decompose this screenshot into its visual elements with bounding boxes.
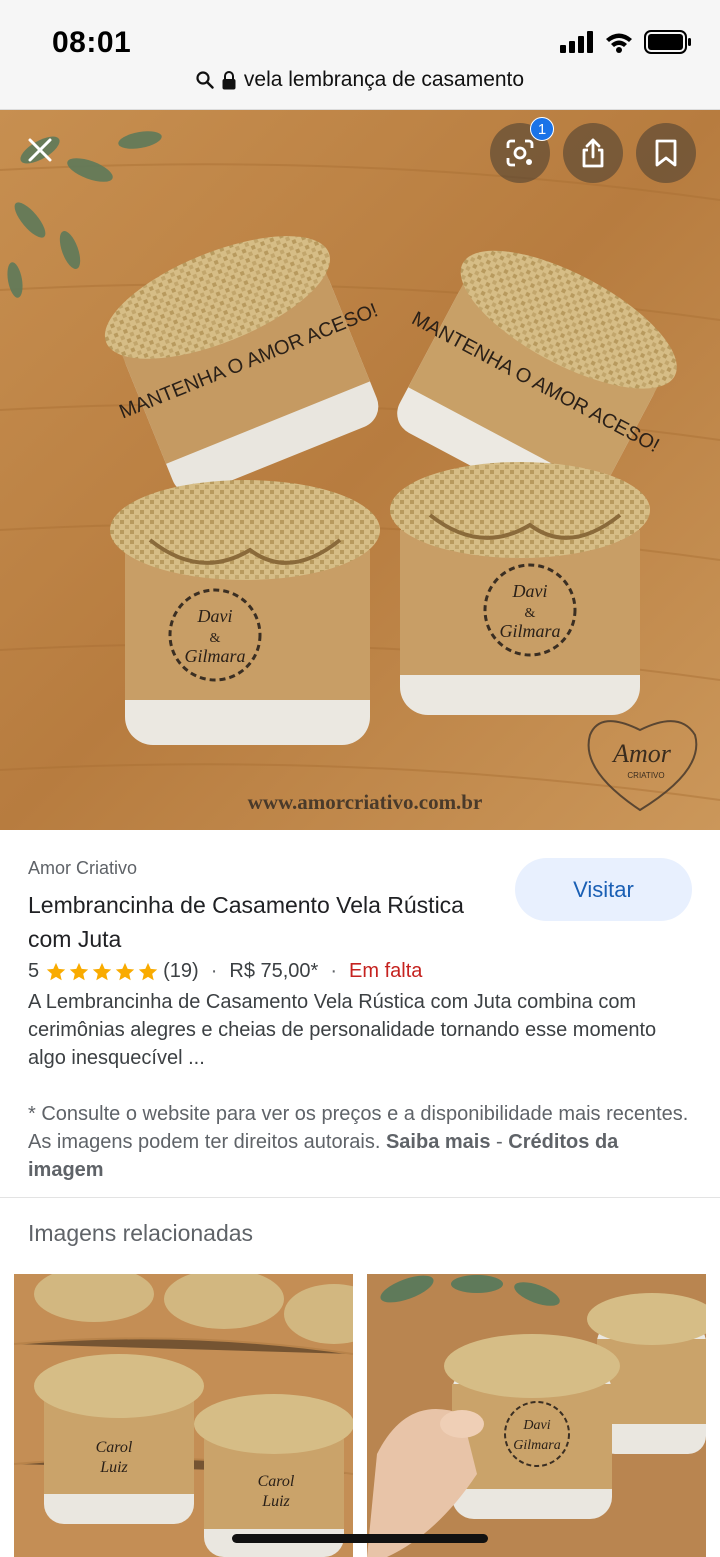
visit-button[interactable]: Visitar — [515, 858, 692, 921]
related-image-1[interactable]: Carol Luiz Carol Luiz — [14, 1274, 353, 1557]
result-source[interactable]: Amor Criativo — [28, 858, 137, 879]
bookmark-icon — [655, 139, 677, 167]
url-bar[interactable]: vela lembrança de casamento — [0, 68, 720, 92]
lens-button[interactable]: 1 — [490, 117, 554, 183]
rating-count: (19) — [163, 960, 199, 982]
lock-icon — [222, 70, 236, 89]
learn-more-link[interactable]: Saiba mais — [386, 1131, 491, 1153]
share-button[interactable] — [563, 123, 623, 183]
svg-text:&: & — [525, 606, 536, 621]
share-icon — [582, 138, 604, 168]
separator: · — [330, 960, 338, 982]
lens-icon — [506, 139, 534, 167]
svg-text:Davi: Davi — [197, 606, 233, 626]
image-watermark: www.amorcriativo.com.br — [247, 790, 483, 814]
svg-text:Gilmara: Gilmara — [184, 646, 245, 666]
result-description: A Lembrancinha de Casamento Vela Rústica… — [28, 991, 657, 1069]
star-icon — [115, 962, 135, 980]
lens-badge: 1 — [530, 117, 554, 141]
svg-text:Luiz: Luiz — [99, 1459, 128, 1476]
wifi-icon — [606, 33, 632, 53]
result-meta: 5 (19) · R$ 75,00* · Em falta — [28, 960, 422, 983]
related-images-title: Imagens relacionadas — [28, 1220, 254, 1246]
rating-value: 5 — [28, 960, 40, 982]
image-viewer[interactable]: MANTENHA O AMOR ACESO! MANTENHA O AMOR A… — [0, 110, 720, 830]
svg-text:Amor: Amor — [611, 739, 672, 768]
price: R$ 75,00* — [229, 960, 319, 982]
product-photo: MANTENHA O AMOR ACESO! MANTENHA O AMOR A… — [0, 110, 720, 830]
search-icon — [196, 71, 214, 89]
related-image-2[interactable]: Davi Gilmara — [367, 1274, 706, 1557]
star-icon — [69, 962, 89, 980]
svg-text:Davi: Davi — [522, 1418, 550, 1433]
home-indicator[interactable] — [232, 1534, 488, 1543]
result-title[interactable]: Lembrancinha de Casamento Vela Rústica c… — [28, 888, 468, 956]
svg-text:Davi: Davi — [512, 581, 548, 601]
battery-icon — [644, 30, 691, 54]
signal-icon — [560, 31, 593, 53]
status-icons — [560, 30, 692, 54]
related-photo-1: Carol Luiz Carol Luiz — [14, 1274, 353, 1557]
star-icon — [92, 962, 112, 980]
star-icon — [138, 962, 158, 980]
disclaimer-separator: - — [490, 1131, 509, 1153]
svg-text:&: & — [210, 631, 221, 646]
browser-top-bar: 08:01 vela lembrança de casamento — [0, 0, 720, 110]
svg-text:Gilmara: Gilmara — [499, 621, 560, 641]
rating-stars — [45, 961, 159, 983]
star-icon — [46, 962, 66, 980]
result-info: Amor Criativo Lembrancinha de Casamento … — [0, 830, 720, 1198]
separator: · — [210, 960, 218, 982]
disclaimer: * Consulte o website para ver os preços … — [28, 1100, 698, 1184]
bookmark-button[interactable] — [636, 123, 696, 183]
related-photo-2: Davi Gilmara — [367, 1274, 706, 1557]
svg-text:CRIATIVO: CRIATIVO — [627, 771, 664, 780]
stock-status: Em falta — [349, 960, 423, 982]
svg-text:Luiz: Luiz — [261, 1493, 290, 1510]
close-button[interactable] — [20, 130, 60, 170]
svg-text:Carol: Carol — [96, 1439, 133, 1456]
svg-text:Gilmara: Gilmara — [513, 1438, 560, 1453]
close-icon — [28, 138, 52, 162]
status-time: 08:01 — [52, 26, 132, 59]
url-text: vela lembrança de casamento — [243, 68, 525, 91]
svg-text:Carol: Carol — [258, 1473, 295, 1490]
